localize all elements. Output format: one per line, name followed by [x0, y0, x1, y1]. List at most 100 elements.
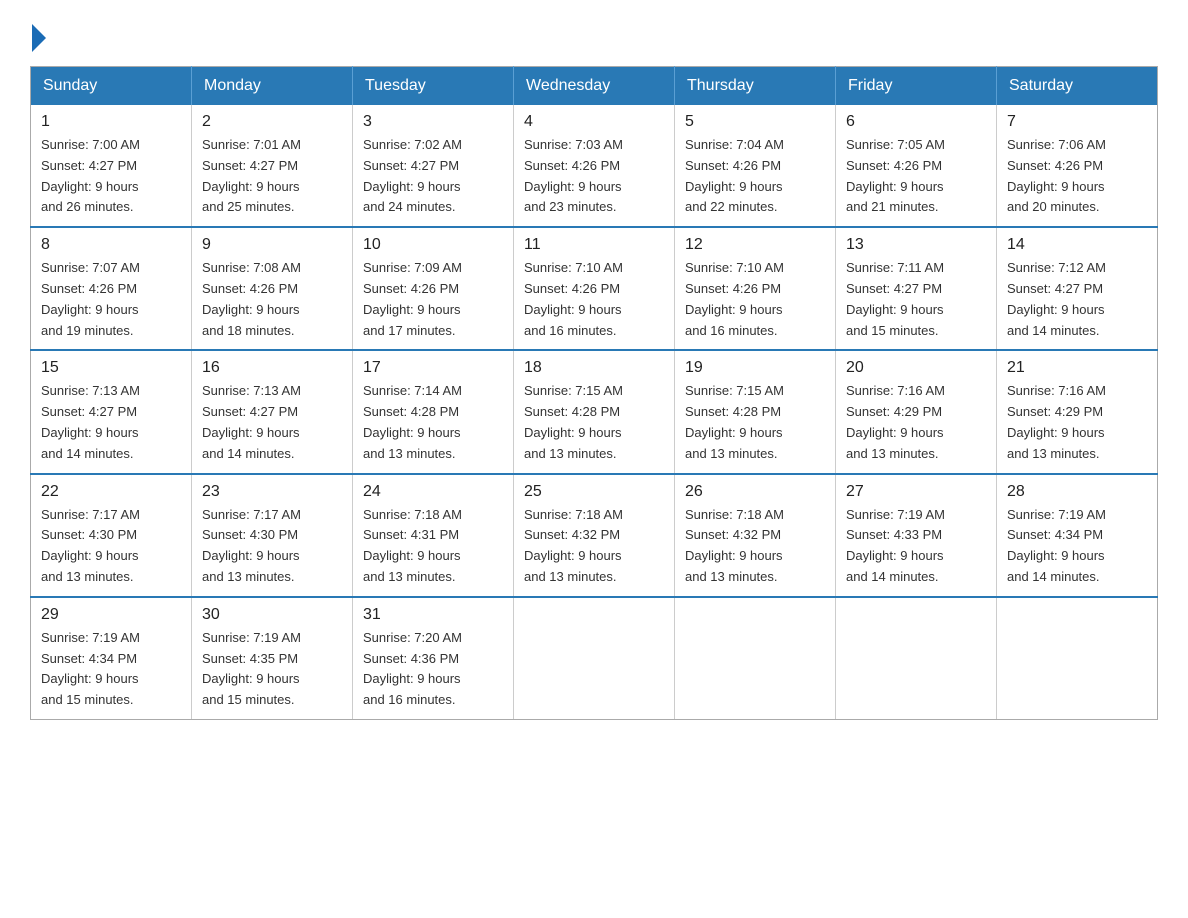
calendar-cell — [997, 597, 1158, 720]
day-number: 24 — [363, 483, 503, 501]
day-number: 2 — [202, 113, 342, 131]
day-number: 11 — [524, 236, 664, 254]
day-info: Sunrise: 7:18 AMSunset: 4:31 PMDaylight:… — [363, 505, 503, 588]
day-number: 25 — [524, 483, 664, 501]
calendar-cell: 2 Sunrise: 7:01 AMSunset: 4:27 PMDayligh… — [192, 105, 353, 227]
day-number: 3 — [363, 113, 503, 131]
day-number: 28 — [1007, 483, 1147, 501]
calendar-cell: 11 Sunrise: 7:10 AMSunset: 4:26 PMDaylig… — [514, 227, 675, 350]
day-number: 12 — [685, 236, 825, 254]
calendar-cell — [675, 597, 836, 720]
calendar-cell: 31 Sunrise: 7:20 AMSunset: 4:36 PMDaylig… — [353, 597, 514, 720]
calendar-header-saturday: Saturday — [997, 67, 1158, 106]
calendar-cell: 4 Sunrise: 7:03 AMSunset: 4:26 PMDayligh… — [514, 105, 675, 227]
day-number: 26 — [685, 483, 825, 501]
calendar-cell: 17 Sunrise: 7:14 AMSunset: 4:28 PMDaylig… — [353, 350, 514, 473]
calendar-week-2: 8 Sunrise: 7:07 AMSunset: 4:26 PMDayligh… — [31, 227, 1158, 350]
day-info: Sunrise: 7:04 AMSunset: 4:26 PMDaylight:… — [685, 135, 825, 218]
day-info: Sunrise: 7:09 AMSunset: 4:26 PMDaylight:… — [363, 258, 503, 341]
day-number: 29 — [41, 606, 181, 624]
calendar-header-row: SundayMondayTuesdayWednesdayThursdayFrid… — [31, 67, 1158, 106]
day-info: Sunrise: 7:18 AMSunset: 4:32 PMDaylight:… — [524, 505, 664, 588]
calendar-cell: 29 Sunrise: 7:19 AMSunset: 4:34 PMDaylig… — [31, 597, 192, 720]
calendar-header-tuesday: Tuesday — [353, 67, 514, 106]
calendar-cell: 16 Sunrise: 7:13 AMSunset: 4:27 PMDaylig… — [192, 350, 353, 473]
calendar-header-friday: Friday — [836, 67, 997, 106]
day-info: Sunrise: 7:13 AMSunset: 4:27 PMDaylight:… — [202, 381, 342, 464]
day-number: 23 — [202, 483, 342, 501]
day-number: 31 — [363, 606, 503, 624]
calendar-cell: 5 Sunrise: 7:04 AMSunset: 4:26 PMDayligh… — [675, 105, 836, 227]
day-info: Sunrise: 7:19 AMSunset: 4:35 PMDaylight:… — [202, 628, 342, 711]
day-info: Sunrise: 7:19 AMSunset: 4:34 PMDaylight:… — [1007, 505, 1147, 588]
calendar-cell: 6 Sunrise: 7:05 AMSunset: 4:26 PMDayligh… — [836, 105, 997, 227]
calendar-cell: 1 Sunrise: 7:00 AMSunset: 4:27 PMDayligh… — [31, 105, 192, 227]
day-number: 9 — [202, 236, 342, 254]
day-info: Sunrise: 7:19 AMSunset: 4:34 PMDaylight:… — [41, 628, 181, 711]
day-number: 20 — [846, 359, 986, 377]
day-info: Sunrise: 7:13 AMSunset: 4:27 PMDaylight:… — [41, 381, 181, 464]
calendar-cell: 14 Sunrise: 7:12 AMSunset: 4:27 PMDaylig… — [997, 227, 1158, 350]
day-number: 15 — [41, 359, 181, 377]
day-number: 19 — [685, 359, 825, 377]
calendar-cell: 8 Sunrise: 7:07 AMSunset: 4:26 PMDayligh… — [31, 227, 192, 350]
calendar-cell: 3 Sunrise: 7:02 AMSunset: 4:27 PMDayligh… — [353, 105, 514, 227]
logo-arrow-icon — [32, 24, 46, 52]
day-info: Sunrise: 7:12 AMSunset: 4:27 PMDaylight:… — [1007, 258, 1147, 341]
day-number: 7 — [1007, 113, 1147, 131]
calendar-cell: 24 Sunrise: 7:18 AMSunset: 4:31 PMDaylig… — [353, 474, 514, 597]
calendar-cell: 13 Sunrise: 7:11 AMSunset: 4:27 PMDaylig… — [836, 227, 997, 350]
day-number: 10 — [363, 236, 503, 254]
calendar-cell — [514, 597, 675, 720]
day-number: 14 — [1007, 236, 1147, 254]
day-info: Sunrise: 7:05 AMSunset: 4:26 PMDaylight:… — [846, 135, 986, 218]
calendar-cell: 28 Sunrise: 7:19 AMSunset: 4:34 PMDaylig… — [997, 474, 1158, 597]
day-number: 1 — [41, 113, 181, 131]
calendar-cell: 9 Sunrise: 7:08 AMSunset: 4:26 PMDayligh… — [192, 227, 353, 350]
calendar-week-3: 15 Sunrise: 7:13 AMSunset: 4:27 PMDaylig… — [31, 350, 1158, 473]
calendar-cell: 26 Sunrise: 7:18 AMSunset: 4:32 PMDaylig… — [675, 474, 836, 597]
day-info: Sunrise: 7:00 AMSunset: 4:27 PMDaylight:… — [41, 135, 181, 218]
calendar-cell: 18 Sunrise: 7:15 AMSunset: 4:28 PMDaylig… — [514, 350, 675, 473]
day-info: Sunrise: 7:19 AMSunset: 4:33 PMDaylight:… — [846, 505, 986, 588]
day-info: Sunrise: 7:11 AMSunset: 4:27 PMDaylight:… — [846, 258, 986, 341]
day-number: 18 — [524, 359, 664, 377]
page-header — [30, 20, 1158, 46]
day-info: Sunrise: 7:17 AMSunset: 4:30 PMDaylight:… — [41, 505, 181, 588]
day-info: Sunrise: 7:16 AMSunset: 4:29 PMDaylight:… — [846, 381, 986, 464]
calendar-cell: 30 Sunrise: 7:19 AMSunset: 4:35 PMDaylig… — [192, 597, 353, 720]
calendar-cell: 12 Sunrise: 7:10 AMSunset: 4:26 PMDaylig… — [675, 227, 836, 350]
day-info: Sunrise: 7:01 AMSunset: 4:27 PMDaylight:… — [202, 135, 342, 218]
day-info: Sunrise: 7:10 AMSunset: 4:26 PMDaylight:… — [524, 258, 664, 341]
calendar-table: SundayMondayTuesdayWednesdayThursdayFrid… — [30, 66, 1158, 720]
calendar-cell: 22 Sunrise: 7:17 AMSunset: 4:30 PMDaylig… — [31, 474, 192, 597]
day-info: Sunrise: 7:06 AMSunset: 4:26 PMDaylight:… — [1007, 135, 1147, 218]
day-info: Sunrise: 7:20 AMSunset: 4:36 PMDaylight:… — [363, 628, 503, 711]
day-number: 13 — [846, 236, 986, 254]
day-number: 5 — [685, 113, 825, 131]
day-info: Sunrise: 7:10 AMSunset: 4:26 PMDaylight:… — [685, 258, 825, 341]
calendar-cell: 7 Sunrise: 7:06 AMSunset: 4:26 PMDayligh… — [997, 105, 1158, 227]
day-number: 27 — [846, 483, 986, 501]
day-number: 4 — [524, 113, 664, 131]
logo — [30, 20, 46, 46]
calendar-cell — [836, 597, 997, 720]
calendar-cell: 25 Sunrise: 7:18 AMSunset: 4:32 PMDaylig… — [514, 474, 675, 597]
day-number: 16 — [202, 359, 342, 377]
day-info: Sunrise: 7:15 AMSunset: 4:28 PMDaylight:… — [524, 381, 664, 464]
day-info: Sunrise: 7:15 AMSunset: 4:28 PMDaylight:… — [685, 381, 825, 464]
calendar-cell: 27 Sunrise: 7:19 AMSunset: 4:33 PMDaylig… — [836, 474, 997, 597]
calendar-header-thursday: Thursday — [675, 67, 836, 106]
calendar-header-sunday: Sunday — [31, 67, 192, 106]
calendar-cell: 10 Sunrise: 7:09 AMSunset: 4:26 PMDaylig… — [353, 227, 514, 350]
calendar-header-monday: Monday — [192, 67, 353, 106]
day-info: Sunrise: 7:18 AMSunset: 4:32 PMDaylight:… — [685, 505, 825, 588]
calendar-week-5: 29 Sunrise: 7:19 AMSunset: 4:34 PMDaylig… — [31, 597, 1158, 720]
calendar-cell: 21 Sunrise: 7:16 AMSunset: 4:29 PMDaylig… — [997, 350, 1158, 473]
day-info: Sunrise: 7:08 AMSunset: 4:26 PMDaylight:… — [202, 258, 342, 341]
day-info: Sunrise: 7:07 AMSunset: 4:26 PMDaylight:… — [41, 258, 181, 341]
day-info: Sunrise: 7:16 AMSunset: 4:29 PMDaylight:… — [1007, 381, 1147, 464]
day-number: 22 — [41, 483, 181, 501]
calendar-cell: 23 Sunrise: 7:17 AMSunset: 4:30 PMDaylig… — [192, 474, 353, 597]
day-number: 17 — [363, 359, 503, 377]
